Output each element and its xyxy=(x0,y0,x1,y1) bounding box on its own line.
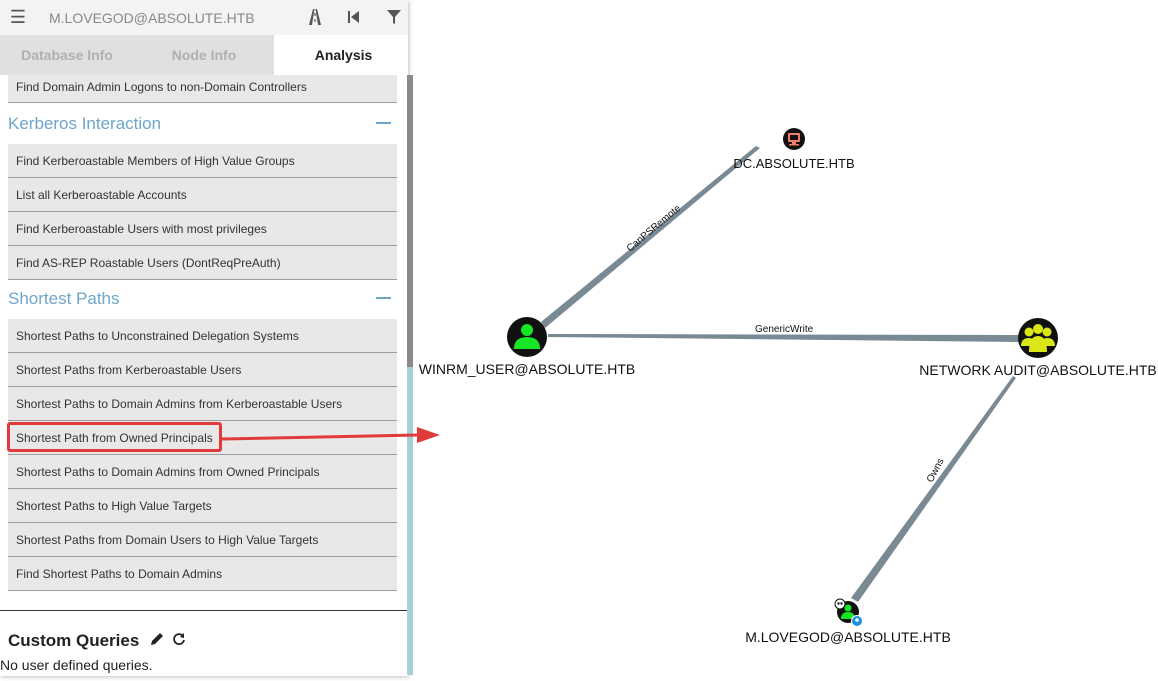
divider xyxy=(0,610,408,611)
tab-database-info[interactable]: Database Info xyxy=(0,35,134,75)
node-label-m-lovegod: M.LOVEGOD@ABSOLUTE.HTB xyxy=(745,629,951,645)
section-title-shortest-paths: Shortest Paths xyxy=(8,289,120,308)
node-dc[interactable]: DC.ABSOLUTE.HTB xyxy=(733,128,855,171)
custom-queries-actions xyxy=(150,632,186,651)
hamburger-menu-icon[interactable]: ☰ xyxy=(9,7,27,27)
node-label-winrm: WINRM_USER@ABSOLUTE.HTB xyxy=(419,361,635,377)
edge-owns[interactable]: Owns xyxy=(851,376,1016,602)
query-item[interactable]: Shortest Paths to Unconstrained Delegati… xyxy=(8,319,397,353)
query-item[interactable]: Find Domain Admin Logons to non-Domain C… xyxy=(8,75,397,103)
top-bar: ☰ xyxy=(0,0,408,35)
edge-label-genericwrite: GenericWrite xyxy=(755,324,814,335)
query-item[interactable]: Shortest Paths from Kerberoastable Users xyxy=(8,353,397,387)
node-network-audit[interactable]: NETWORK AUDIT@ABSOLUTE.HTB xyxy=(919,318,1157,378)
collapse-kerberos-icon[interactable] xyxy=(376,122,391,124)
query-item[interactable]: Shortest Paths to High Value Targets xyxy=(8,489,397,523)
edge-genericwrite[interactable]: GenericWrite xyxy=(548,324,1020,342)
start-node-pin-icon xyxy=(851,615,863,627)
query-item[interactable]: List all Kerberoastable Accounts xyxy=(8,178,397,212)
edit-pencil-icon[interactable] xyxy=(150,632,164,646)
custom-queries-title: Custom Queries xyxy=(8,631,140,650)
pathfinding-icon[interactable] xyxy=(306,8,324,26)
scrollbar-track xyxy=(407,367,413,675)
node-m-lovegod[interactable]: M.LOVEGOD@ABSOLUTE.HTB xyxy=(745,598,951,645)
query-item[interactable]: Find AS-REP Roastable Users (DontReqPreA… xyxy=(8,246,397,280)
query-item[interactable]: Shortest Paths to Domain Admins from Ker… xyxy=(8,387,397,421)
filter-icon[interactable] xyxy=(385,8,403,26)
tab-node-info[interactable]: Node Info xyxy=(134,35,274,75)
owned-skull-icon xyxy=(834,598,846,610)
query-item[interactable]: Find Kerberoastable Members of High Valu… xyxy=(8,144,397,178)
node-label-dc: DC.ABSOLUTE.HTB xyxy=(733,156,854,171)
custom-queries-empty-text: No user defined queries. xyxy=(0,657,153,673)
query-item[interactable]: Find Kerberoastable Users with most priv… xyxy=(8,212,397,246)
query-panel: ☰ Database Info Node Info Analysis Find … xyxy=(0,0,408,676)
edge-label-canpsremote: CanPSRemote xyxy=(625,203,684,255)
edge-canpsremote[interactable]: CanPSRemote xyxy=(541,146,760,328)
analysis-content: Find Domain Admin Logons to non-Domain C… xyxy=(0,75,408,676)
scrollbar-thumb[interactable] xyxy=(407,75,413,367)
highlight-box xyxy=(7,422,222,452)
node-label-network-audit: NETWORK AUDIT@ABSOLUTE.HTB xyxy=(919,362,1156,378)
query-item[interactable]: Shortest Paths to Domain Admins from Own… xyxy=(8,455,397,489)
refresh-icon[interactable] xyxy=(172,632,186,646)
node-winrm-user[interactable]: WINRM_USER@ABSOLUTE.HTB xyxy=(419,317,635,377)
query-item[interactable]: Find Shortest Paths to Domain Admins xyxy=(8,557,397,591)
search-input[interactable] xyxy=(40,5,280,30)
tab-analysis[interactable]: Analysis xyxy=(274,35,408,75)
panel-tabs: Database Info Node Info Analysis xyxy=(0,35,408,75)
collapse-shortest-paths-icon[interactable] xyxy=(376,297,391,299)
query-item[interactable]: Shortest Paths from Domain Users to High… xyxy=(8,523,397,557)
section-title-kerberos: Kerberos Interaction xyxy=(8,114,162,133)
back-icon[interactable] xyxy=(345,8,363,26)
panel-scrollbar[interactable] xyxy=(407,75,413,675)
